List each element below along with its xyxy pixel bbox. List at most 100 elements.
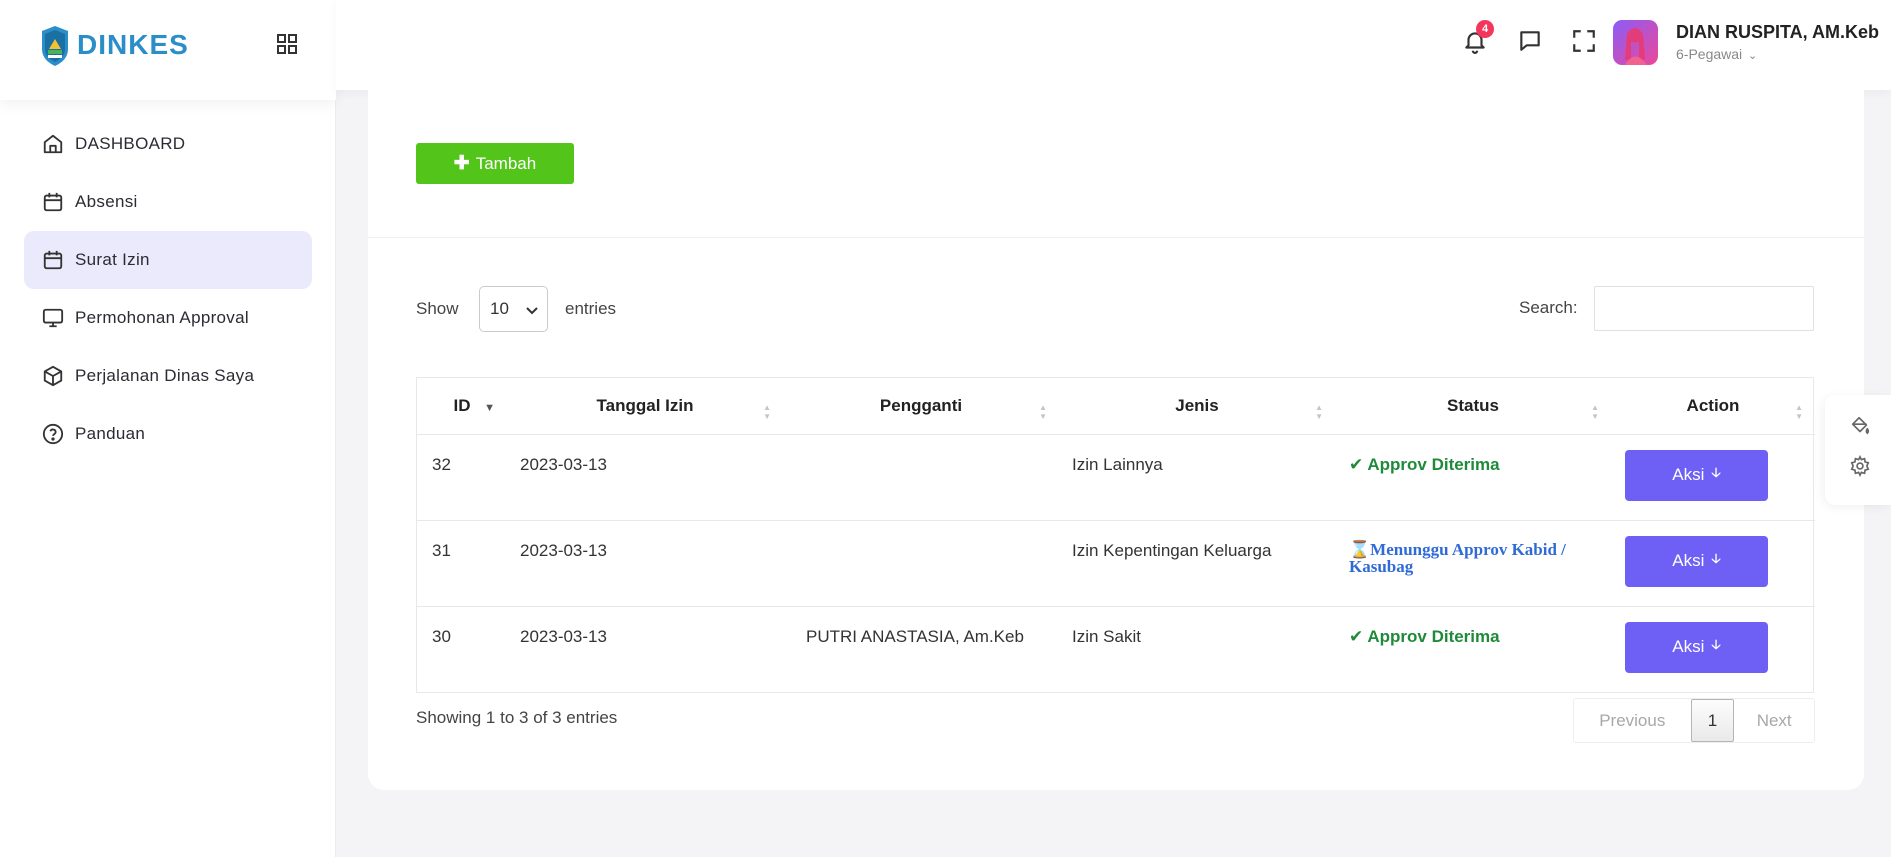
table-row: 30 2023-03-13 PUTRI ANASTASIA, Am.Keb Iz…: [417, 606, 1815, 692]
aksi-button-label: Aksi: [1672, 551, 1705, 570]
cell-status: ⌛Menunggu Approv Kabid / Kasubag: [1335, 520, 1611, 607]
column-label: Jenis: [1175, 395, 1219, 415]
sidebar-item-label: Absensi: [75, 192, 138, 211]
cell-jenis: Izin Lainnya: [1059, 434, 1335, 521]
calendar-icon: [43, 250, 63, 270]
sidebar-item-panduan[interactable]: Panduan: [24, 405, 312, 463]
notification-badge: 4: [1476, 20, 1494, 38]
column-header-pengganti[interactable]: Pengganti ▲ ▼: [783, 378, 1059, 435]
column-label: Tanggal Izin: [596, 395, 694, 415]
sidebar-item-dashboard[interactable]: DASHBOARD: [24, 115, 312, 173]
column-header-tanggal[interactable]: Tanggal Izin ▲ ▼: [507, 378, 783, 435]
entries-label: entries: [565, 299, 617, 318]
cell-tanggal: 2023-03-13: [507, 434, 783, 521]
content-card: ✚ Tambah Show 10 entries Search: ID ▼ Tan…: [368, 90, 1864, 790]
cell-pengganti: [783, 520, 1059, 607]
cell-action: Aksi 🡣: [1611, 520, 1815, 607]
column-label: Action: [1686, 395, 1740, 415]
chevron-down-icon: [526, 307, 538, 315]
cell-status: ✔ Approv Diterima: [1335, 606, 1611, 692]
sidebar-item-label: Surat Izin: [75, 250, 150, 269]
sidebar-item-permohonan-approval[interactable]: Permohonan Approval: [24, 289, 312, 347]
user-name: DIAN RUSPITA, AM.Keb: [1676, 22, 1880, 42]
page-length-value: 10: [490, 299, 509, 318]
sort-icon: ▲ ▼: [763, 403, 771, 421]
fullscreen-icon[interactable]: [1571, 28, 1597, 54]
card-toolbar: ✚ Tambah: [368, 90, 1864, 238]
sidebar: DINKES DASHBOARD Absensi Surat Izin Perm…: [0, 0, 336, 857]
help-circle-icon: [42, 423, 64, 445]
sort-icon: ▲ ▼: [1795, 403, 1803, 421]
sidebar-item-perjalanan-dinas[interactable]: Perjalanan Dinas Saya: [24, 347, 312, 405]
cell-jenis: Izin Sakit: [1072, 626, 1141, 646]
sidebar-item-label: DASHBOARD: [75, 134, 186, 153]
dinkes-logo: [42, 26, 68, 66]
hourglass-icon: ⌛: [1349, 539, 1371, 559]
cell-pengganti: PUTRI ANASTASIA, Am.Keb: [806, 626, 1024, 646]
arrow-down-icon: 🡣: [1711, 465, 1721, 480]
pagination-next[interactable]: Next: [1734, 711, 1814, 731]
aksi-button[interactable]: Aksi 🡣: [1625, 535, 1768, 587]
cell-tanggal: 2023-03-13: [520, 626, 607, 646]
column-header-action[interactable]: Action ▲ ▼: [1611, 378, 1815, 435]
check-icon: ✔: [1349, 626, 1368, 646]
pagination-page-1[interactable]: 1: [1690, 699, 1735, 742]
sidebar-menu: DASHBOARD Absensi Surat Izin Permohonan …: [24, 115, 312, 463]
aksi-button[interactable]: Aksi 🡣: [1625, 621, 1768, 673]
permit-table: ID ▼ Tanggal Izin ▲ ▼ Pengganti ▲ ▼ Jenis ▲ ▼ S…: [416, 377, 1815, 693]
check-icon: ✔: [1349, 454, 1368, 474]
column-label: ID: [453, 395, 471, 415]
sidebar-item-label: Perjalanan Dinas Saya: [75, 366, 255, 385]
cell-pengganti: [783, 434, 1059, 521]
cell-action: Aksi 🡣: [1611, 606, 1815, 692]
cell-id: 30: [432, 626, 451, 646]
brand-header: DINKES: [0, 0, 336, 100]
aksi-button-label: Aksi: [1672, 465, 1705, 484]
arrow-down-icon: 🡣: [1711, 637, 1721, 652]
paint-bucket-icon[interactable]: [1849, 415, 1871, 437]
column-header-id[interactable]: ID ▼: [417, 378, 507, 435]
status-badge: Approv Diterima: [1367, 454, 1500, 474]
aksi-button[interactable]: Aksi 🡣: [1625, 449, 1768, 501]
add-button[interactable]: ✚ Tambah: [416, 143, 574, 184]
sort-desc-icon: ▼: [484, 402, 495, 414]
table-row: 32 2023-03-13 Izin Lainnya ✔ Approv Dite…: [417, 434, 1815, 521]
cell-status: ✔ Approv Diterima: [1335, 434, 1611, 521]
search-input[interactable]: [1594, 286, 1814, 331]
grid-menu-icon[interactable]: [276, 33, 298, 55]
page-length-select[interactable]: 10: [479, 286, 548, 332]
show-label: Show: [416, 299, 459, 318]
calendar-icon: [43, 192, 63, 212]
chat-icon[interactable]: [1517, 28, 1543, 54]
cell-id: 32: [417, 434, 507, 521]
user-role: 6-Pegawai: [1676, 46, 1743, 62]
box-icon: [43, 365, 63, 387]
user-role-dropdown[interactable]: 6-Pegawai ⌄: [1676, 46, 1757, 62]
cell-id: 31: [417, 520, 507, 607]
gear-icon[interactable]: [1849, 455, 1871, 477]
chevron-down-icon: ⌄: [1748, 50, 1758, 62]
customizer-tab: [1825, 395, 1891, 505]
cell-tanggal: 2023-03-13: [507, 520, 783, 607]
status-badge: Menunggu Approv Kabid / Kasubag: [1349, 539, 1566, 577]
sort-icon: ▲ ▼: [1591, 403, 1599, 421]
sidebar-item-absensi[interactable]: Absensi: [24, 173, 312, 231]
search-label: Search:: [1519, 298, 1578, 317]
table-header-row: ID ▼ Tanggal Izin ▲ ▼ Pengganti ▲ ▼ Jenis ▲ ▼ S…: [417, 378, 1815, 435]
table-info: Showing 1 to 3 of 3 entries: [416, 708, 618, 727]
cell-action: Aksi 🡣: [1611, 434, 1815, 521]
avatar[interactable]: [1613, 20, 1658, 65]
sort-icon: ▲ ▼: [1315, 403, 1323, 421]
pagination-previous[interactable]: Previous: [1574, 711, 1691, 731]
monitor-icon: [42, 308, 64, 328]
sidebar-item-label: Permohonan Approval: [75, 308, 249, 327]
add-button-label: Tambah: [475, 153, 537, 173]
sort-icon: ▲ ▼: [1039, 403, 1047, 421]
sidebar-item-label: Panduan: [75, 424, 146, 443]
sidebar-item-surat-izin[interactable]: Surat Izin: [24, 231, 312, 289]
arrow-down-icon: 🡣: [1711, 551, 1721, 566]
column-header-status[interactable]: Status ▲ ▼: [1335, 378, 1611, 435]
column-label: Pengganti: [879, 395, 963, 415]
column-label: Status: [1447, 395, 1499, 415]
column-header-jenis[interactable]: Jenis ▲ ▼: [1059, 378, 1335, 435]
